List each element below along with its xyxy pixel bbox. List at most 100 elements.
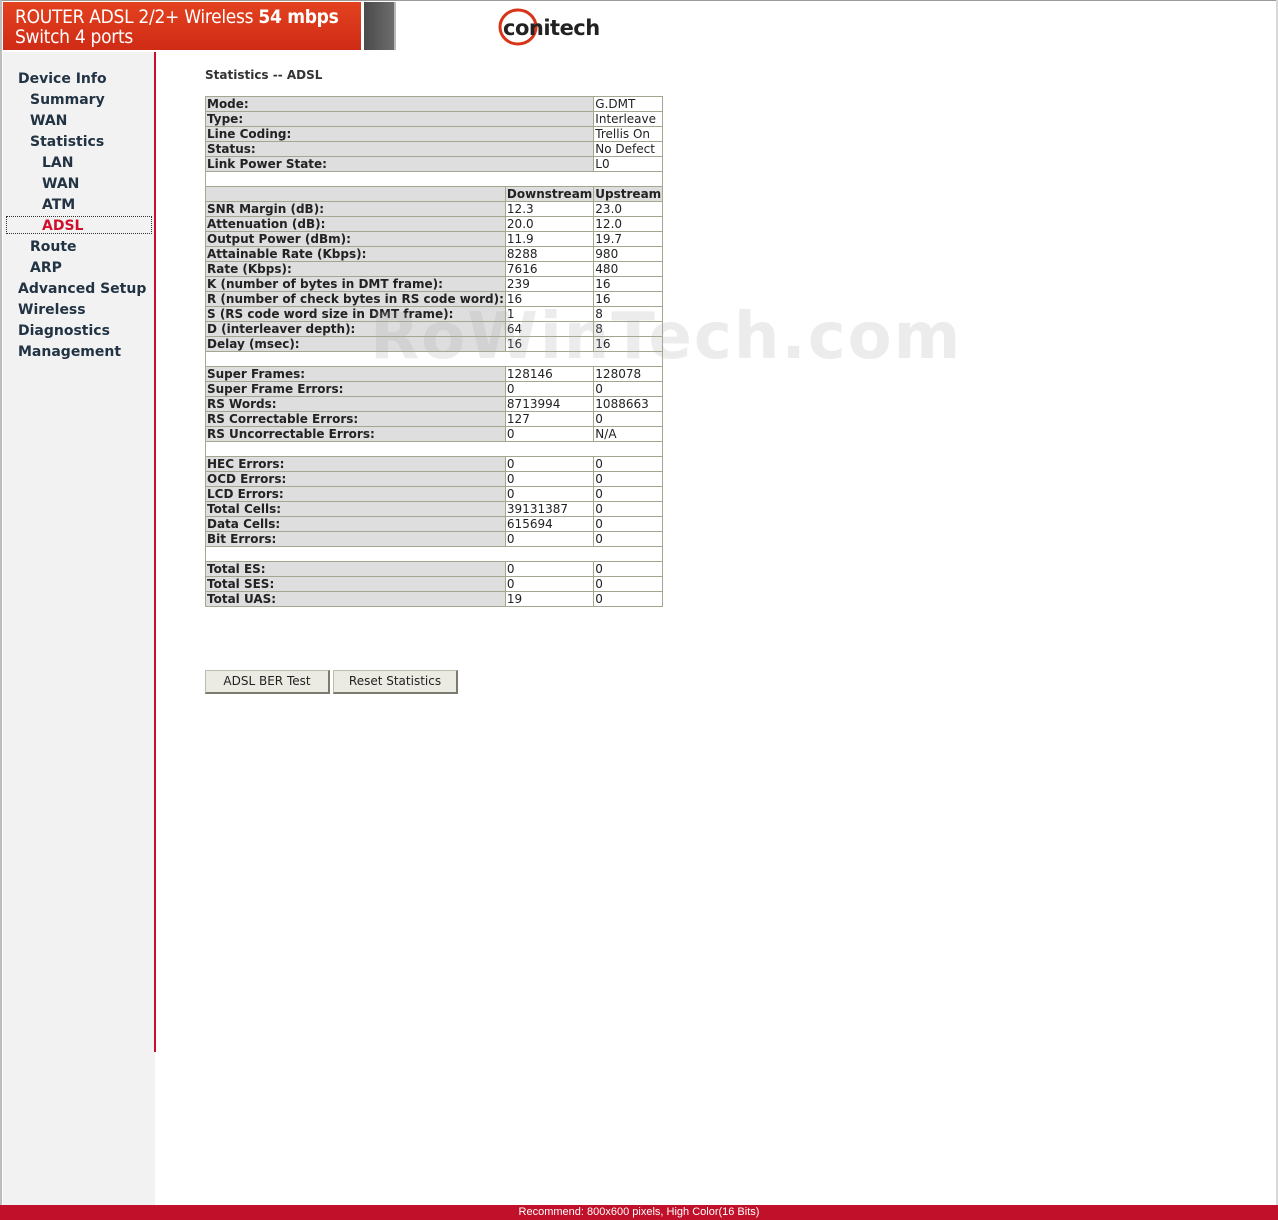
row-label: Link Power State: — [204, 156, 595, 172]
row-label: RS Words: — [205, 396, 506, 412]
upstream-value: 0 — [593, 486, 664, 502]
brand-gray-block — [364, 2, 394, 50]
downstream-value: 7616 — [504, 261, 595, 277]
upstream-value: 480 — [593, 261, 664, 277]
top-border — [0, 0, 1278, 1]
row-label: Attenuation (dB): — [205, 216, 506, 232]
row-label: LCD Errors: — [205, 486, 506, 502]
footer-bar: Recommend: 800x600 pixels, High Color(16… — [0, 1205, 1278, 1220]
upstream-value: 0 — [593, 591, 664, 607]
header-downstream: Downstream — [504, 186, 595, 202]
sidebar-item-summary[interactable]: Summary — [30, 91, 105, 109]
downstream-value: 0 — [504, 576, 595, 592]
table-row: Super Frame Errors: 0 0 — [205, 381, 664, 397]
row-label: RS Correctable Errors: — [205, 411, 506, 427]
reset-statistics-button[interactable]: Reset Statistics — [333, 670, 458, 694]
table-row: LCD Errors: 0 0 — [205, 486, 664, 502]
downstream-value: 16 — [504, 336, 595, 352]
table-row: D (interleaver depth): 64 8 — [205, 321, 664, 337]
row-value: G.DMT — [593, 96, 664, 112]
downstream-value: 0 — [504, 531, 595, 547]
downstream-value: 615694 — [504, 516, 595, 532]
table-row: Bit Errors: 0 0 — [205, 531, 664, 547]
downstream-value: 0 — [504, 426, 595, 442]
page-title: Statistics -- ADSL — [205, 68, 323, 82]
spacer-row — [204, 441, 664, 457]
downstream-value: 0 — [504, 486, 595, 502]
table-row: S (RS code word size in DMT frame): 1 8 — [205, 306, 664, 322]
brand-separator — [394, 2, 396, 50]
row-label: Mode: — [204, 96, 595, 112]
sidebar-item-wan[interactable]: WAN — [30, 112, 67, 130]
sidebar-item-stats-wan[interactable]: WAN — [42, 175, 79, 193]
table-row: Total Cells: 39131387 0 — [205, 501, 664, 517]
sidebar-lower-fill — [3, 1052, 155, 1205]
row-label: Super Frames: — [205, 366, 506, 382]
sidebar-item-diagnostics[interactable]: Diagnostics — [18, 322, 110, 340]
table-row: Link Power State: L0 — [204, 156, 664, 172]
table-row: Attenuation (dB): 20.0 12.0 — [205, 216, 664, 232]
table-row: Output Power (dBm): 11.9 19.7 — [205, 231, 664, 247]
table-row: OCD Errors: 0 0 — [205, 471, 664, 487]
row-value: No Defect — [593, 141, 664, 157]
brand-line-1-speed: 54 mbps — [258, 6, 339, 28]
header-blank — [205, 186, 506, 202]
upstream-value: 1088663 — [593, 396, 664, 412]
row-label: Line Coding: — [204, 126, 595, 142]
spacer-row — [204, 351, 664, 367]
upstream-value: 0 — [593, 561, 664, 577]
spacer-row — [204, 546, 664, 562]
upstream-value: 980 — [593, 246, 664, 262]
upstream-value: 8 — [593, 321, 664, 337]
table-row: Type: Interleave — [204, 111, 664, 127]
brand-line-2: Switch 4 ports — [15, 26, 133, 48]
row-label: HEC Errors: — [205, 456, 506, 472]
row-label: Type: — [204, 111, 595, 127]
sidebar-item-stats-adsl[interactable]: ADSL — [42, 217, 83, 235]
downstream-value: 0 — [504, 471, 595, 487]
upstream-value: 0 — [593, 501, 664, 517]
sidebar-item-stats-atm[interactable]: ATM — [42, 196, 75, 214]
row-label: R (number of check bytes in RS code word… — [205, 291, 506, 307]
downstream-value: 8288 — [504, 246, 595, 262]
upstream-value: 23.0 — [593, 201, 664, 217]
upstream-value: 16 — [593, 291, 664, 307]
table-row: Data Cells: 615694 0 — [205, 516, 664, 532]
row-value: Interleave — [593, 111, 664, 127]
table-row: Line Coding: Trellis On — [204, 126, 664, 142]
spacer-cell — [204, 441, 664, 457]
row-label: Data Cells: — [205, 516, 506, 532]
downstream-value: 8713994 — [504, 396, 595, 412]
upstream-value: 16 — [593, 336, 664, 352]
sidebar-item-advanced-setup[interactable]: Advanced Setup — [18, 280, 146, 298]
brand-line-1-prefix: ROUTER ADSL 2/2+ Wireless — [15, 6, 259, 28]
table-row: Total UAS: 19 0 — [205, 591, 664, 607]
sidebar-item-wireless[interactable]: Wireless — [18, 301, 86, 319]
upstream-value: 0 — [593, 471, 664, 487]
table-row: SNR Margin (dB): 12.3 23.0 — [205, 201, 664, 217]
adsl-ber-test-button[interactable]: ADSL BER Test — [205, 670, 330, 694]
row-label: SNR Margin (dB): — [205, 201, 506, 217]
spacer-cell — [204, 351, 664, 367]
column-header-row: Downstream Upstream — [205, 186, 664, 202]
conitech-logo: conitech — [498, 5, 608, 49]
downstream-value: 16 — [504, 291, 595, 307]
sidebar-item-arp[interactable]: ARP — [30, 259, 62, 277]
sidebar-item-device-info[interactable]: Device Info — [18, 70, 107, 88]
row-label: RS Uncorrectable Errors: — [205, 426, 506, 442]
table-row: RS Uncorrectable Errors: 0 N/A — [205, 426, 664, 442]
row-label: Status: — [204, 141, 595, 157]
sidebar-item-statistics[interactable]: Statistics — [30, 133, 104, 151]
adsl-statistics-table: Mode: G.DMT Type: Interleave Line Coding… — [204, 96, 664, 607]
downstream-value: 128146 — [504, 366, 595, 382]
table-row: Super Frames: 128146 128078 — [205, 366, 664, 382]
upstream-value: 0 — [593, 516, 664, 532]
spacer-cell — [204, 171, 664, 187]
row-label: Delay (msec): — [205, 336, 506, 352]
row-label: Super Frame Errors: — [205, 381, 506, 397]
row-label: S (RS code word size in DMT frame): — [205, 306, 506, 322]
sidebar-item-management[interactable]: Management — [18, 343, 121, 361]
row-label: Bit Errors: — [205, 531, 506, 547]
sidebar-item-route[interactable]: Route — [30, 238, 77, 256]
sidebar-item-stats-lan[interactable]: LAN — [42, 154, 73, 172]
